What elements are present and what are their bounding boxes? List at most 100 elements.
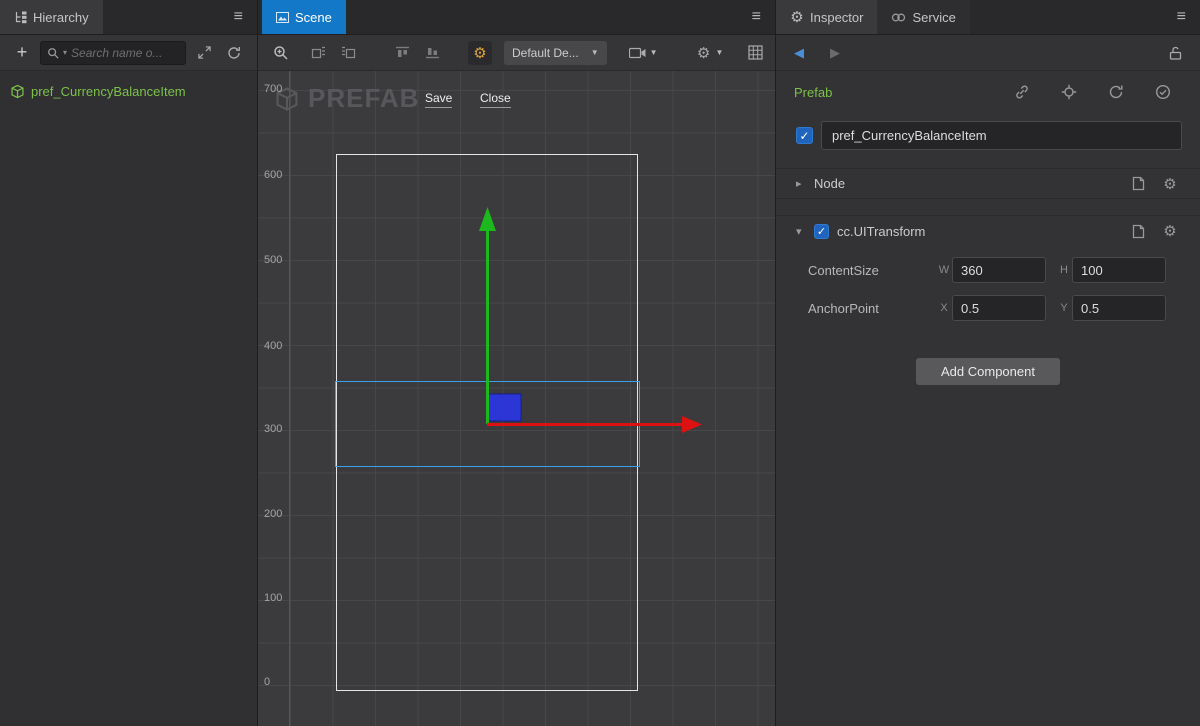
content-size-label: ContentSize xyxy=(808,263,936,278)
ruler-label: 600 xyxy=(264,169,282,181)
tab-service[interactable]: Service xyxy=(877,0,969,34)
inspector-tabbar: ⚙ Inspector Service ≡ xyxy=(776,0,1200,35)
search-input[interactable] xyxy=(71,46,179,60)
anchor-x-input[interactable] xyxy=(952,295,1046,321)
scene-menu-icon[interactable]: ≡ xyxy=(738,8,775,26)
content-width-input[interactable] xyxy=(952,257,1046,283)
device-dropdown-caret-icon: ▼ xyxy=(591,48,599,57)
uitransform-enabled-checkbox[interactable]: ✓ xyxy=(814,224,829,239)
uitransform-gear-icon[interactable]: ⚙ xyxy=(1162,222,1178,240)
tab-service-label: Service xyxy=(912,10,955,25)
tab-hierarchy[interactable]: Hierarchy xyxy=(0,0,103,34)
vertical-ruler: 700 600 500 400 300 200 100 0 xyxy=(258,71,290,726)
settings-dropdown-caret-icon: ▼ xyxy=(716,48,724,57)
search-icon xyxy=(47,47,59,59)
camera-dropdown[interactable]: ▼ xyxy=(621,41,666,65)
locate-prefab-icon[interactable] xyxy=(1060,83,1078,101)
confirm-prefab-icon[interactable] xyxy=(1154,83,1172,101)
prefab-actions xyxy=(1013,83,1172,101)
transform-gizmo[interactable] xyxy=(258,71,775,726)
device-dropdown[interactable]: Default De... ▼ xyxy=(504,41,607,65)
paste-values-icon[interactable] xyxy=(1130,175,1146,193)
expand-all-icon[interactable] xyxy=(192,41,216,65)
ruler-label: 500 xyxy=(264,254,282,266)
reset-prefab-icon[interactable] xyxy=(1107,83,1125,101)
node-section-label: Node xyxy=(814,176,845,191)
search-box[interactable]: ▾ xyxy=(40,41,186,65)
insert-before-icon[interactable] xyxy=(306,41,330,65)
ruler-label: 300 xyxy=(264,423,282,435)
ruler-label: 200 xyxy=(264,508,282,520)
uitransform-section-icons: ⚙ xyxy=(1130,222,1178,240)
tab-scene[interactable]: Scene xyxy=(262,0,346,34)
anchor-point-label: AnchorPoint xyxy=(808,301,936,316)
prefab-cube-icon xyxy=(10,84,25,99)
history-back-icon[interactable]: ◀ xyxy=(794,45,804,61)
camera-dropdown-caret-icon: ▼ xyxy=(650,48,658,57)
node-name-row: ✓ xyxy=(776,113,1200,154)
scene-tabbar: Scene ≡ xyxy=(258,0,775,35)
refresh-hierarchy-icon[interactable] xyxy=(222,41,246,65)
add-node-button[interactable]: + xyxy=(10,41,34,65)
align-bottom-icon[interactable] xyxy=(420,41,444,65)
history-forward-icon[interactable]: ▶ xyxy=(830,45,840,61)
node-name-input[interactable] xyxy=(821,121,1182,150)
ruler-label: 0 xyxy=(264,676,270,688)
y-axis-arrow-icon xyxy=(479,207,496,231)
inspector-nav-row: ◀ ▶ xyxy=(776,35,1200,71)
anchor-y-tag: Y xyxy=(1056,302,1072,314)
hierarchy-tree-icon xyxy=(14,11,27,24)
anchor-y-input[interactable] xyxy=(1072,295,1166,321)
inspector-panel: ⚙ Inspector Service ≡ ◀ ▶ Prefab xyxy=(776,0,1200,726)
node-anchor-square xyxy=(488,394,521,421)
anchor-point-row: AnchorPoint X Y xyxy=(776,294,1200,322)
grid-toggle-icon[interactable] xyxy=(743,41,767,65)
content-height-input[interactable] xyxy=(1072,257,1166,283)
node-section-header[interactable]: ▸ Node ⚙ xyxy=(776,168,1200,199)
tab-inspector[interactable]: ⚙ Inspector xyxy=(776,0,877,34)
node-section-icons: ⚙ xyxy=(1130,175,1178,193)
ruler-label: 400 xyxy=(264,340,282,352)
paste-component-icon[interactable] xyxy=(1130,222,1146,240)
prefab-header-row: Prefab xyxy=(776,71,1200,113)
ruler-label: 100 xyxy=(264,592,282,604)
node-active-checkbox[interactable]: ✓ xyxy=(796,127,813,144)
width-tag: W xyxy=(936,264,952,276)
node-collapse-icon[interactable]: ▸ xyxy=(796,177,806,190)
search-filter-caret-icon[interactable]: ▾ xyxy=(63,48,67,57)
hierarchy-toolbar: + ▾ xyxy=(0,35,257,71)
tree-item-prefab-root[interactable]: pref_CurrencyBalanceItem xyxy=(0,80,257,102)
scene-viewport[interactable]: PREFAB Save Close 700 600 500 400 300 20… xyxy=(258,71,775,726)
scene-image-icon xyxy=(276,11,289,24)
tab-hierarchy-label: Hierarchy xyxy=(33,10,89,25)
hierarchy-menu-icon[interactable]: ≡ xyxy=(220,8,257,26)
scene-panel: Scene ≡ ⚙ Default De... ▼ ▼ xyxy=(258,0,776,726)
service-link-icon xyxy=(891,12,906,23)
hierarchy-tree: pref_CurrencyBalanceItem xyxy=(0,71,257,102)
x-axis-arrow-icon xyxy=(682,416,702,433)
uitransform-section-label: cc.UITransform xyxy=(837,224,925,239)
scene-toolbar: ⚙ Default De... ▼ ▼ ⚙ ▼ xyxy=(258,35,775,71)
zoom-icon[interactable] xyxy=(268,41,292,65)
insert-after-icon[interactable] xyxy=(336,41,360,65)
uitransform-section-header[interactable]: ▾ ✓ cc.UITransform ⚙ xyxy=(776,215,1200,246)
camera-icon xyxy=(629,47,646,59)
height-tag: H xyxy=(1056,264,1072,276)
scene-settings-dropdown[interactable]: ⚙ ▼ xyxy=(688,41,732,65)
inspector-gear-icon: ⚙ xyxy=(790,8,804,26)
content-size-row: ContentSize W H xyxy=(776,256,1200,284)
tab-scene-label: Scene xyxy=(295,10,332,25)
prefab-state-label: Prefab xyxy=(794,85,832,100)
gizmo-settings-icon[interactable]: ⚙ xyxy=(468,41,492,65)
unlink-prefab-icon[interactable] xyxy=(1013,83,1031,101)
scene-gear-icon: ⚙ xyxy=(696,41,712,65)
unlock-icon[interactable] xyxy=(1169,46,1182,60)
inspector-menu-icon[interactable]: ≡ xyxy=(1163,8,1200,26)
tab-inspector-label: Inspector xyxy=(810,10,863,25)
add-component-button[interactable]: Add Component xyxy=(916,358,1060,385)
node-gear-icon[interactable]: ⚙ xyxy=(1162,175,1178,193)
align-top-icon[interactable] xyxy=(390,41,414,65)
uitransform-collapse-icon[interactable]: ▾ xyxy=(796,225,806,238)
anchor-x-tag: X xyxy=(936,302,952,314)
ruler-label: 700 xyxy=(264,83,282,95)
